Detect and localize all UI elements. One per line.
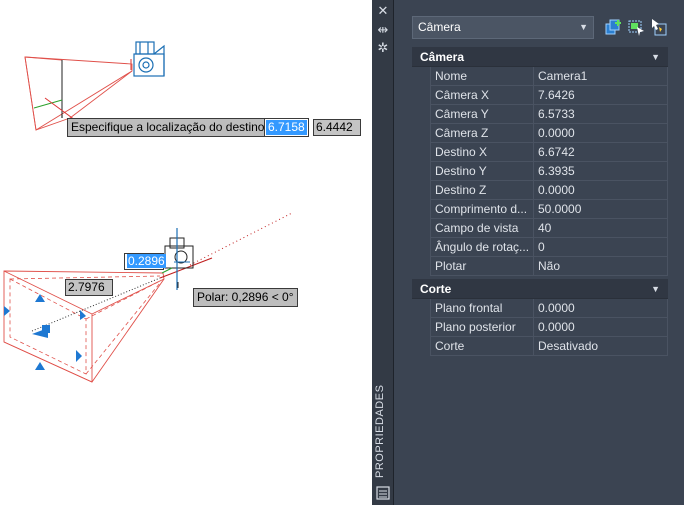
property-value[interactable]: 0 [534,238,668,257]
row-gutter [412,86,430,105]
row-gutter [412,337,430,356]
category-camera: Câmera ▼ Nome Camera1 Câmera X 7.6426 Câme… [412,47,668,276]
property-row-back-plane[interactable]: Plano posterior 0.0000 [412,318,668,337]
properties-main: Câmera ▼ Câmera ▼ Nome Camera1 Câmera X … [394,0,684,505]
top-camera-glyph [130,41,165,77]
palette-toolbar: Câmera ▼ [412,16,672,40]
row-gutter [412,257,430,276]
auto-hide-icon[interactable]: ⇹ [376,24,390,38]
property-row-destino-y[interactable]: Destino Y 6.3935 [412,162,668,181]
property-name: Campo de vista [430,219,534,238]
property-name: Nome [430,67,534,86]
row-gutter [412,181,430,200]
property-value[interactable]: 0.0000 [534,318,668,337]
property-name: Câmera Y [430,105,534,124]
row-gutter [412,105,430,124]
property-row-camera-z[interactable]: Câmera Z 0.0000 [412,124,668,143]
length-input[interactable]: 2.7976 [65,279,113,296]
distance-input-value: 0.2896 [127,254,166,268]
property-value[interactable]: 6.6742 [534,143,668,162]
row-gutter [412,238,430,257]
property-name: Destino Y [430,162,534,181]
property-row-field-of-view[interactable]: Campo de vista 40 [412,219,668,238]
property-name: Câmera X [430,86,534,105]
select-objects-icon[interactable] [627,18,646,37]
row-gutter [412,318,430,337]
property-value[interactable]: Não [534,257,668,276]
property-name: Comprimento d... [430,200,534,219]
category-clipping: Corte ▼ Plano frontal 0.0000 Plano poster… [412,279,668,356]
property-name: Plano frontal [430,299,534,318]
property-value[interactable]: 7.6426 [534,86,668,105]
property-row-nome[interactable]: Nome Camera1 [412,67,668,86]
property-name: Ângulo de rotaç... [430,238,534,257]
toggle-pickadd-icon[interactable] [604,18,623,37]
close-icon[interactable]: ✕ [376,5,390,19]
property-value[interactable]: 50.0000 [534,200,668,219]
property-value[interactable]: 0.0000 [534,299,668,318]
properties-panel-icon[interactable] [376,486,390,500]
target-x-input[interactable]: 6.7158 [264,118,309,137]
property-name: Plotar [430,257,534,276]
property-row-destino-x[interactable]: Destino X 6.6742 [412,143,668,162]
property-name: Destino Z [430,181,534,200]
properties-palette: ✕ ⇹ ✲ PROPRIEDADES Câmera ▼ Câmera ▼ Nom… [372,0,684,505]
palette-title-strip[interactable]: ✕ ⇹ ✲ PROPRIEDADES [372,0,394,505]
top-ucs-axes [33,60,76,121]
category-header-camera[interactable]: Câmera ▼ [412,47,668,67]
target-y-input[interactable]: 6.4442 [313,119,361,136]
distance-input-active[interactable]: 0.2896 [124,253,166,270]
property-name: Câmera Z [430,124,534,143]
collapse-icon[interactable]: ▼ [651,279,660,299]
row-gutter [412,143,430,162]
category-label: Câmera [420,50,465,64]
property-name: Destino X [430,143,534,162]
camera-drawing [3,41,293,383]
target-location-prompt: Especifique a localização do destino: [67,118,272,137]
property-value[interactable]: 6.3935 [534,162,668,181]
polar-tracking-tooltip: Polar: 0,2896 < 0° [193,288,298,307]
category-label: Corte [420,282,452,296]
category-header-clipping[interactable]: Corte ▼ [412,279,668,299]
row-gutter [412,200,430,219]
property-name: Corte [430,337,534,356]
property-value[interactable]: 0.0000 [534,124,668,143]
property-row-destino-z[interactable]: Destino Z 0.0000 [412,181,668,200]
chevron-down-icon: ▼ [579,22,588,32]
collapse-icon[interactable]: ▼ [651,47,660,67]
property-value[interactable]: 40 [534,219,668,238]
row-gutter [412,299,430,318]
row-gutter [412,162,430,181]
row-gutter [412,67,430,86]
object-type-label: Câmera [418,20,461,34]
drawing-area[interactable]: Especifique a localização do destino: 6.… [0,0,372,505]
property-row-plot[interactable]: Plotar Não [412,257,668,276]
property-row-lens-length[interactable]: Comprimento d... 50.0000 [412,200,668,219]
object-type-dropdown[interactable]: Câmera ▼ [412,16,594,39]
property-value[interactable]: 0.0000 [534,181,668,200]
bottom-camera-glyph [161,228,194,290]
quick-select-icon[interactable] [650,18,669,37]
row-gutter [412,124,430,143]
settings-icon[interactable]: ✲ [376,42,390,56]
palette-title-text: PROPRIEDADES [374,384,386,478]
property-row-camera-x[interactable]: Câmera X 7.6426 [412,86,668,105]
row-gutter [412,219,430,238]
property-row-roll-angle[interactable]: Ângulo de rotaç... 0 [412,238,668,257]
property-value[interactable]: 6.5733 [534,105,668,124]
property-name: Plano posterior [430,318,534,337]
property-value[interactable]: Camera1 [534,67,668,86]
property-value[interactable]: Desativado [534,337,668,356]
property-row-clipping[interactable]: Corte Desativado [412,337,668,356]
property-row-front-plane[interactable]: Plano frontal 0.0000 [412,299,668,318]
property-row-camera-y[interactable]: Câmera Y 6.5733 [412,105,668,124]
